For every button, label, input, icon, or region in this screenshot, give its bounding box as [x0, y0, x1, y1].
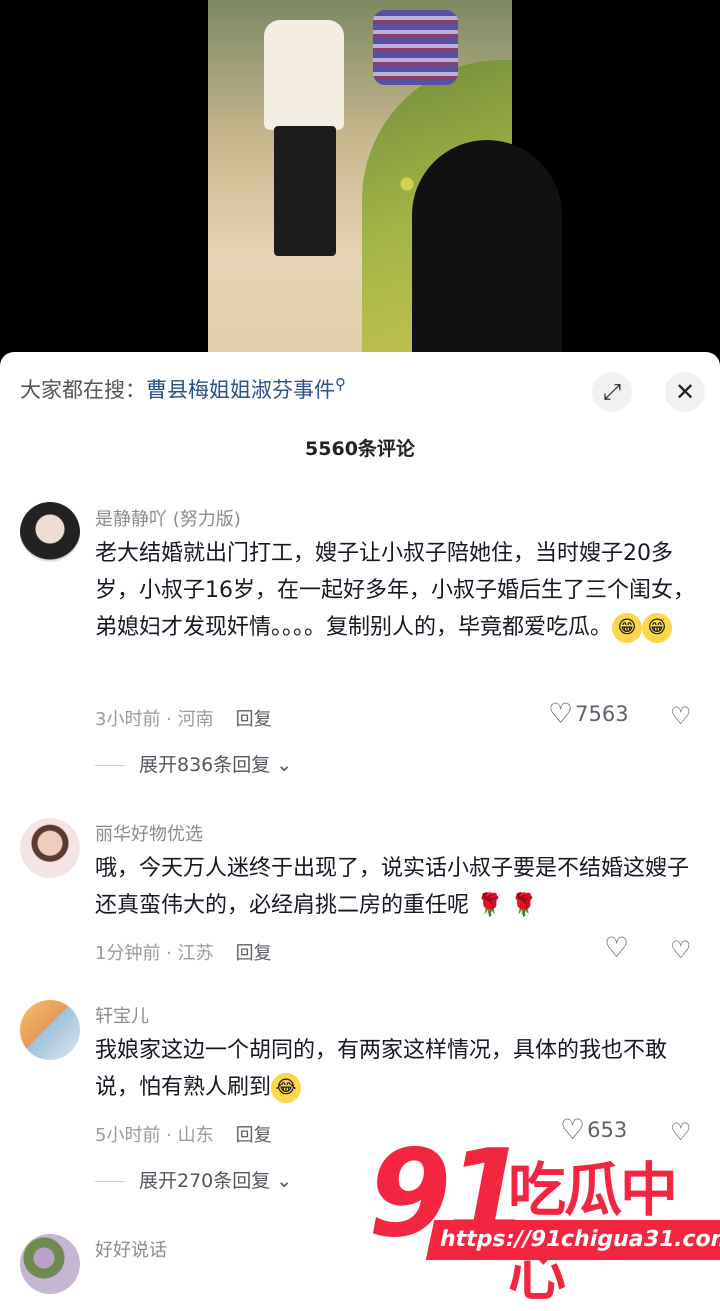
- expand-replies[interactable]: 展开270条回复 ⌄: [95, 1166, 292, 1193]
- comment-text: 老大结婚就出门打工，嫂子让小叔子陪她住，当时嫂子20多岁，小叔子16岁，在一起好…: [95, 535, 695, 646]
- reply-button[interactable]: 回复: [236, 943, 272, 964]
- watermark-logo: 91 吃瓜中心 https://91chigua31.com: [368, 1125, 720, 1308]
- chevron-down-icon: ⌄: [270, 754, 293, 776]
- person-striped-shirt: [373, 10, 458, 85]
- comment-text-body: 哦，今天万人迷终于出现了，说实话小叔子要是不结婚这嫂子还真蛮伟大的，必经肩挑二房…: [95, 856, 690, 918]
- reply-button[interactable]: 回复: [236, 709, 272, 730]
- foreground-head: [412, 140, 562, 370]
- avatar[interactable]: [20, 1000, 80, 1060]
- search-icon: ⚲: [335, 375, 346, 393]
- search-prefix: 大家都在搜：: [20, 378, 146, 402]
- grin-emoji-icon: 😁: [642, 613, 673, 643]
- comment-time-location: 5小时前 · 山东: [95, 1125, 214, 1146]
- video-player[interactable]: [0, 0, 720, 370]
- close-icon[interactable]: ✕: [665, 372, 705, 412]
- broken-heart-icon[interactable]: ♡: [670, 702, 692, 730]
- chevron-down-icon: ⌄: [270, 1170, 293, 1192]
- avatar[interactable]: [20, 818, 80, 878]
- person-legs: [274, 126, 336, 256]
- comment-text: 我娘家这边一个胡同的，有两家这样情况，具体的我也不敢说，怕有熟人刷到 😂: [95, 1032, 695, 1106]
- divider: [95, 1181, 125, 1182]
- like-button[interactable]: ♡ 7563: [548, 700, 629, 728]
- expand-replies[interactable]: 展开836条回复 ⌄: [95, 750, 292, 777]
- watermark-url: https://91chigua31.com: [425, 1220, 720, 1260]
- avatar[interactable]: [20, 502, 80, 562]
- rose-emoji-icon: 🌹: [510, 893, 538, 918]
- crying-laughing-emoji-icon: 😂: [271, 1073, 302, 1103]
- comment-username[interactable]: 轩宝儿: [95, 1002, 149, 1028]
- comment-count: 5560条评论: [305, 438, 415, 460]
- expand-replies-label: 展开836条回复: [139, 754, 271, 776]
- comment-username[interactable]: 是静静吖 (努力版): [95, 505, 241, 531]
- like-button[interactable]: ♡: [604, 934, 629, 962]
- grin-emoji-icon: 😁: [612, 613, 643, 643]
- comment-meta: 3小时前 · 河南 回复: [95, 705, 272, 731]
- broken-heart-icon[interactable]: ♡: [670, 936, 692, 964]
- divider: [95, 765, 125, 766]
- person-white-shirt: [264, 20, 344, 130]
- expand-replies-label: 展开270条回复: [139, 1170, 271, 1192]
- heart-icon: ♡: [548, 697, 574, 730]
- comment-username[interactable]: 丽华好物优选: [95, 820, 203, 846]
- comment-username[interactable]: 好好说话: [95, 1236, 167, 1262]
- heart-icon: ♡: [604, 931, 630, 964]
- comment-time-location: 3小时前 · 河南: [95, 709, 214, 730]
- comment-meta: 1分钟前 · 江苏 回复: [95, 939, 272, 965]
- expand-icon[interactable]: ⤢: [592, 372, 632, 412]
- rose-emoji-icon: 🌹: [476, 893, 504, 918]
- comment-text-body: 老大结婚就出门打工，嫂子让小叔子陪她住，当时嫂子20多岁，小叔子16岁，在一起好…: [95, 541, 695, 640]
- comment-meta: 5小时前 · 山东 回复: [95, 1121, 272, 1147]
- comment-time-location: 1分钟前 · 江苏: [95, 943, 214, 964]
- reply-button[interactable]: 回复: [236, 1125, 272, 1146]
- comment-text-body: 我娘家这边一个胡同的，有两家这样情况，具体的我也不敢说，怕有熟人刷到: [95, 1038, 668, 1100]
- comment-text: 哦，今天万人迷终于出现了，说实话小叔子要是不结婚这嫂子还真蛮伟大的，必经肩挑二房…: [95, 850, 695, 924]
- avatar[interactable]: [20, 1234, 80, 1294]
- like-count: 7563: [575, 702, 629, 726]
- search-keyword[interactable]: 曹县梅姐姐淑芬事件: [146, 378, 335, 402]
- search-suggestion[interactable]: 大家都在搜：曹县梅姐姐淑芬事件⚲: [20, 374, 346, 404]
